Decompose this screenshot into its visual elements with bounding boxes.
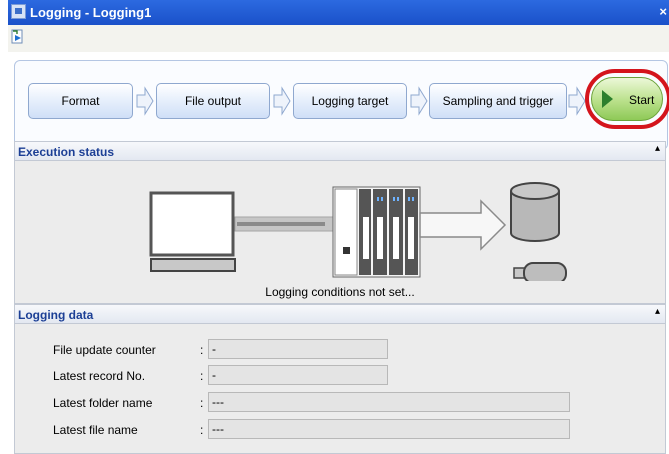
- latest-record-row: Latest record No. : -: [15, 365, 665, 387]
- format-step-button[interactable]: Format: [28, 83, 133, 119]
- logging-data-header[interactable]: Logging data ▴: [14, 304, 666, 324]
- file-update-counter-field: -: [208, 339, 388, 359]
- close-icon[interactable]: ×: [659, 4, 667, 19]
- logging-setup-flow: Format File output Logging target Sampli…: [14, 60, 669, 150]
- data-flow-arrow-icon: [419, 199, 507, 251]
- latest-folder-field: ---: [208, 392, 570, 412]
- file-output-step-label: File output: [184, 94, 242, 108]
- flow-arrow-icon: [568, 86, 586, 116]
- main-content: Format File output Logging target Sampli…: [8, 52, 669, 454]
- window-title: Logging - Logging1: [30, 5, 152, 20]
- latest-file-row: Latest file name : ---: [15, 419, 665, 441]
- logging-data-title: Logging data: [18, 308, 94, 322]
- execution-status-title: Execution status: [18, 145, 115, 159]
- field-colon: :: [200, 423, 204, 437]
- latest-file-label: Latest file name: [53, 423, 138, 437]
- latest-folder-row: Latest folder name : ---: [15, 392, 665, 414]
- execution-status-diagram: [149, 182, 567, 281]
- collapse-icon[interactable]: ▴: [655, 143, 660, 154]
- logging-target-step-button[interactable]: Logging target: [293, 83, 407, 119]
- execution-status-panel: Logging conditions not set...: [14, 161, 666, 304]
- flow-arrow-icon: [273, 86, 291, 116]
- field-colon: :: [200, 396, 204, 410]
- start-button-label: Start: [629, 93, 655, 107]
- arrow-tool-icon[interactable]: [11, 29, 25, 45]
- file-output-step-button[interactable]: File output: [156, 83, 270, 119]
- sampling-trigger-step-label: Sampling and trigger: [442, 94, 554, 108]
- execution-status-message: Logging conditions not set...: [265, 285, 415, 299]
- file-update-counter-row: File update counter : -: [15, 339, 665, 361]
- cable-icon: [234, 216, 334, 232]
- pc-icon: [149, 191, 236, 272]
- execution-status-header[interactable]: Execution status ▴: [14, 141, 666, 161]
- latest-file-field: ---: [208, 419, 570, 439]
- file-update-counter-label: File update counter: [53, 343, 156, 357]
- latest-folder-label: Latest folder name: [53, 396, 153, 410]
- field-colon: :: [200, 369, 204, 383]
- window-title-bar[interactable]: Logging - Logging1 ×: [8, 0, 669, 25]
- storage-database-icon: [510, 182, 560, 242]
- start-button[interactable]: Start: [591, 77, 663, 121]
- logging-data-panel: File update counter : - Latest record No…: [14, 324, 666, 454]
- flow-arrow-icon: [136, 86, 154, 116]
- toolbar: [8, 25, 669, 53]
- play-icon: [602, 90, 613, 108]
- latest-record-label: Latest record No.: [53, 369, 146, 383]
- memory-card-icon: [513, 262, 567, 281]
- flow-arrow-icon: [410, 86, 428, 116]
- latest-record-field: -: [208, 365, 388, 385]
- logging-target-step-label: Logging target: [311, 94, 389, 108]
- sampling-trigger-step-button[interactable]: Sampling and trigger: [429, 83, 567, 119]
- field-colon: :: [200, 343, 204, 357]
- format-step-label: Format: [61, 94, 100, 108]
- collapse-icon[interactable]: ▴: [655, 306, 660, 317]
- plc-icon: [332, 186, 421, 278]
- app-icon: [11, 4, 26, 19]
